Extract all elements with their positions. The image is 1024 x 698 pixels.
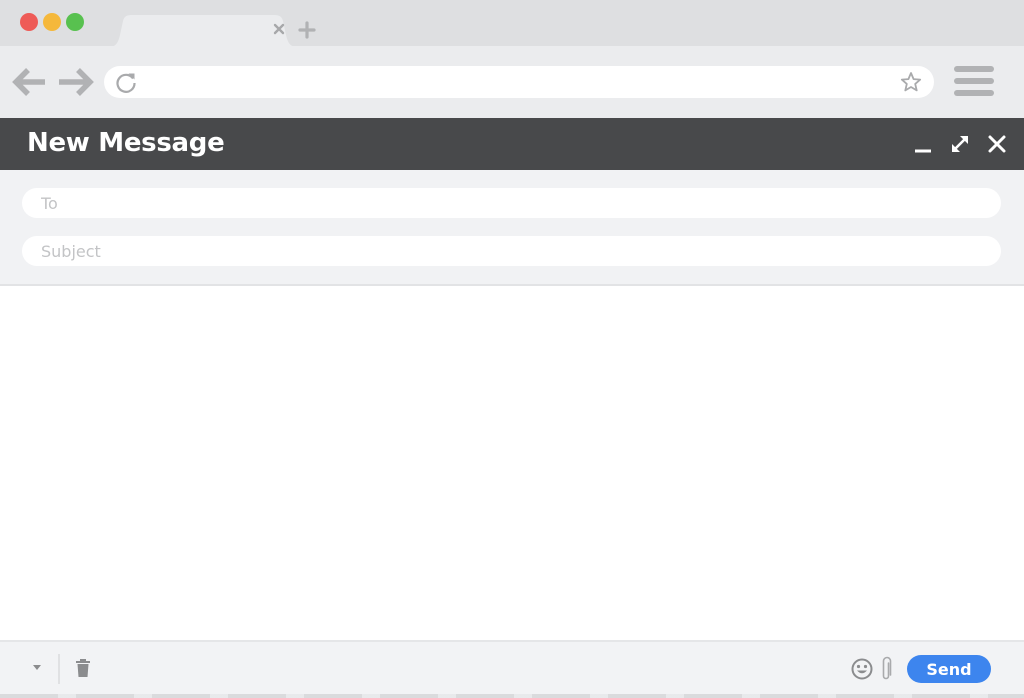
menu-bar	[954, 78, 994, 84]
address-bar[interactable]	[104, 66, 934, 98]
window-close-button[interactable]	[20, 13, 38, 31]
compose-header: New Message	[0, 118, 1024, 170]
tab-shape	[108, 15, 298, 47]
trash-icon[interactable]	[74, 658, 92, 678]
hamburger-menu-icon[interactable]	[954, 66, 994, 98]
close-icon[interactable]	[272, 22, 286, 36]
close-icon[interactable]	[986, 133, 1008, 155]
to-field[interactable]	[22, 188, 1001, 218]
window-minimize-button[interactable]	[43, 13, 61, 31]
caret-down-icon[interactable]	[30, 662, 44, 672]
message-body[interactable]	[0, 288, 1024, 640]
star-icon[interactable]	[900, 71, 922, 93]
expand-icon[interactable]	[949, 133, 971, 155]
reload-icon[interactable]	[114, 70, 138, 94]
minimize-icon[interactable]	[912, 133, 934, 155]
address-input[interactable]	[144, 66, 884, 98]
subject-field[interactable]	[22, 236, 1001, 266]
arrow-left-icon[interactable]	[11, 66, 49, 98]
arrow-right-icon[interactable]	[57, 66, 95, 98]
footer-divider	[58, 654, 60, 684]
smiley-icon[interactable]	[850, 657, 874, 681]
window-zoom-button[interactable]	[66, 13, 84, 31]
menu-bar	[954, 66, 994, 72]
browser-tab[interactable]	[108, 15, 298, 47]
window-bottom-edge	[0, 694, 1024, 698]
plus-icon[interactable]	[298, 21, 316, 39]
send-button[interactable]: Send	[907, 655, 991, 683]
compose-fields	[0, 170, 1024, 286]
tab-bar	[0, 0, 1024, 47]
compose-title: New Message	[27, 128, 225, 158]
menu-bar	[954, 90, 994, 96]
paperclip-icon[interactable]	[879, 656, 893, 682]
